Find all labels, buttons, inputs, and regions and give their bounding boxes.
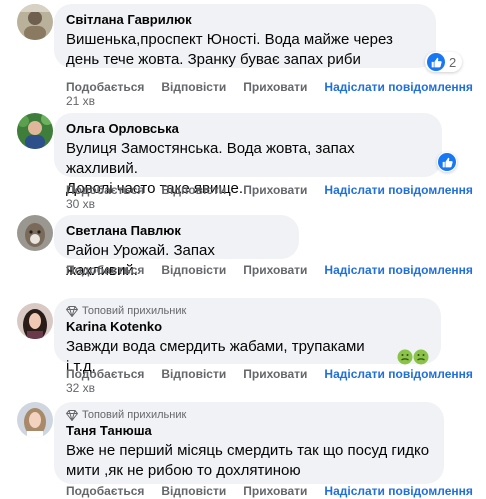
reaction-count-value: 2 bbox=[449, 54, 457, 70]
top-fan-badge[interactable]: Топовий прихильник bbox=[66, 304, 429, 318]
reply-button[interactable]: Відповісти bbox=[161, 183, 226, 197]
comment-actions: Подобається Відповісти Приховати Надісла… bbox=[66, 263, 473, 277]
top-fan-badge[interactable]: Топовий прихильник bbox=[66, 408, 432, 422]
comment-bubble: Світлана Гаврилюк Вишенька,проспект Юнос… bbox=[54, 4, 436, 68]
reaction-count[interactable] bbox=[437, 152, 457, 172]
comment-time[interactable]: 32 хв bbox=[66, 381, 95, 395]
avatar[interactable] bbox=[17, 303, 53, 339]
hide-button[interactable]: Приховати bbox=[243, 80, 307, 94]
comment-time[interactable]: 21 хв bbox=[66, 94, 95, 108]
reply-button[interactable]: Відповісти bbox=[161, 263, 226, 277]
like-button[interactable]: Подобається bbox=[66, 263, 144, 277]
comment-text: Вишенька,проспект Юності. Вода майже чер… bbox=[66, 31, 393, 68]
send-message-link[interactable]: Надіслати повідомлення bbox=[324, 263, 472, 277]
comment-actions: Подобається Відповісти Приховати Надісла… bbox=[66, 183, 473, 197]
send-message-link[interactable]: Надіслати повідомлення bbox=[324, 484, 472, 498]
comment-author[interactable]: Ольга Орловська bbox=[66, 121, 430, 137]
like-button[interactable]: Подобається bbox=[66, 183, 144, 197]
like-icon bbox=[438, 153, 456, 171]
avatar[interactable] bbox=[17, 402, 53, 438]
reaction-count[interactable]: 2 bbox=[425, 52, 463, 72]
avatar[interactable] bbox=[17, 113, 53, 149]
reply-button[interactable]: Відповісти bbox=[161, 484, 226, 498]
comment-author[interactable]: Світлана Гаврилюк bbox=[66, 12, 424, 28]
comment-actions: Подобається Відповісти Приховати Надісла… bbox=[66, 484, 473, 498]
comment-actions: Подобається Відповісти Приховати Надісла… bbox=[66, 367, 473, 381]
comment-bubble: Светлана Павлюк Район Урожай. Запах жахл… bbox=[54, 215, 299, 279]
hide-button[interactable]: Приховати bbox=[243, 484, 307, 498]
comment-author[interactable]: Таня Танюша bbox=[66, 423, 432, 439]
hide-button[interactable]: Приховати bbox=[243, 367, 307, 381]
like-icon bbox=[427, 53, 445, 71]
comment-author[interactable]: Karina Kotenko bbox=[66, 319, 429, 335]
reply-button[interactable]: Відповісти bbox=[161, 80, 226, 94]
comment-author[interactable]: Светлана Павлюк bbox=[66, 223, 287, 239]
avatar[interactable] bbox=[17, 4, 53, 40]
like-button[interactable]: Подобається bbox=[66, 80, 144, 94]
diamond-icon bbox=[66, 409, 78, 421]
avatar[interactable] bbox=[17, 215, 53, 251]
comment-text: Вже не перший місяць смердить так що пос… bbox=[66, 442, 430, 479]
reply-button[interactable]: Відповісти bbox=[161, 367, 226, 381]
send-message-link[interactable]: Надіслати повідомлення bbox=[324, 183, 472, 197]
comment-actions: Подобається Відповісти Приховати Надісла… bbox=[66, 80, 473, 94]
send-message-link[interactable]: Надіслати повідомлення bbox=[324, 80, 472, 94]
send-message-link[interactable]: Надіслати повідомлення bbox=[324, 367, 472, 381]
hide-button[interactable]: Приховати bbox=[243, 263, 307, 277]
comment-bubble: Ольга Орловська Вулиця Замостянська. Вод… bbox=[54, 113, 442, 197]
comment-bubble: Топовий прихильник Таня Танюша Вже не пе… bbox=[54, 402, 444, 484]
diamond-icon bbox=[66, 305, 78, 317]
nauseated-face-emoji bbox=[397, 349, 429, 365]
hide-button[interactable]: Приховати bbox=[243, 183, 307, 197]
like-button[interactable]: Подобається bbox=[66, 484, 144, 498]
comment-bubble: Топовий прихильник Karina Kotenko Завжди… bbox=[54, 298, 441, 375]
comment-time[interactable]: 30 хв bbox=[66, 197, 95, 211]
like-button[interactable]: Подобається bbox=[66, 367, 144, 381]
